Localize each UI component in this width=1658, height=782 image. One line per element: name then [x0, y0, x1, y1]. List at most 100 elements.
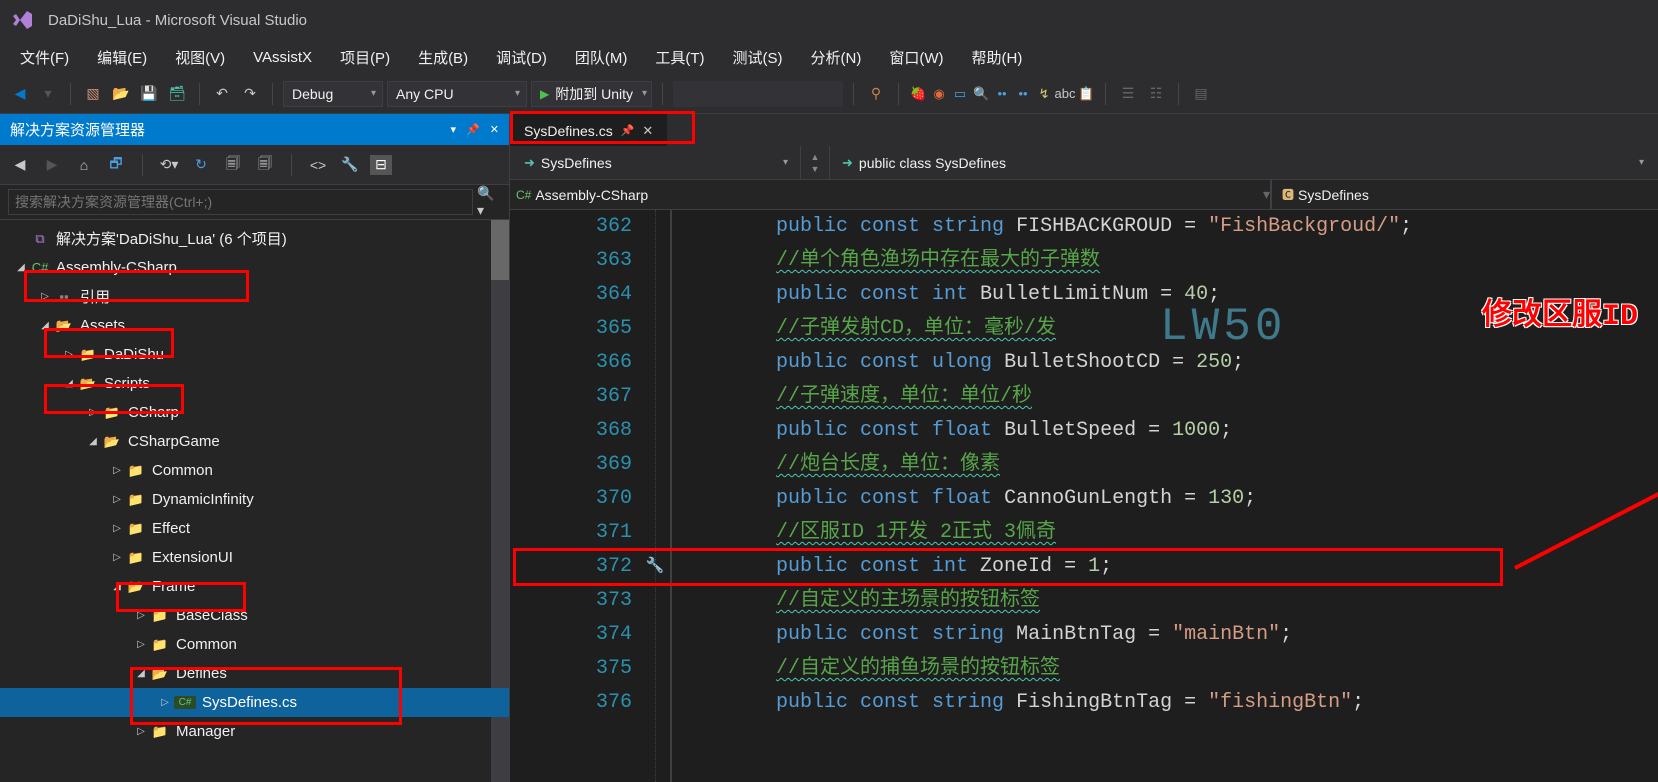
nav-back-icon[interactable]: ◀	[8, 82, 32, 106]
tree-item[interactable]: ▷📁CSharp	[0, 398, 509, 427]
expand-icon[interactable]: ▷	[132, 726, 150, 737]
va-icon-4[interactable]: 🔍	[972, 85, 990, 103]
code-line[interactable]: //自定义的捕鱼场景的按钮标签	[672, 652, 1658, 686]
tree-item[interactable]: ▷📁DynamicInfinity	[0, 485, 509, 514]
expand-icon[interactable]: ▷	[108, 552, 126, 563]
back-icon[interactable]: ◀	[8, 153, 32, 177]
expand-icon[interactable]: ◢	[36, 320, 54, 331]
code-line[interactable]: //单个角色渔场中存在最大的子弹数	[672, 244, 1658, 278]
menu-item[interactable]: 窗口(W)	[877, 41, 955, 74]
expand-icon[interactable]: ▷	[156, 697, 174, 708]
tree-item[interactable]: ◢C#Assembly-CSharp	[0, 253, 509, 282]
va-icon-7[interactable]: ↯	[1035, 85, 1053, 103]
menu-item[interactable]: 编辑(E)	[85, 41, 159, 74]
panel-close-icon[interactable]: ✕	[490, 123, 499, 136]
tree-item[interactable]: ◢📂Assets	[0, 311, 509, 340]
layout-icon-2[interactable]: ☷	[1144, 82, 1168, 106]
menu-item[interactable]: 视图(V)	[163, 41, 237, 74]
find-icon[interactable]: ⚲	[864, 82, 888, 106]
nav-up-icon[interactable]: ▲	[811, 152, 820, 162]
expand-icon[interactable]: ▷	[108, 523, 126, 534]
menu-item[interactable]: 工具(T)	[643, 41, 716, 74]
code-line[interactable]: public const float CannoGunLength = 130;	[672, 482, 1658, 516]
find-dropdown[interactable]	[673, 81, 843, 107]
va-icon-2[interactable]: ◉	[930, 85, 948, 103]
tree-item[interactable]: ◢📂CSharpGame	[0, 427, 509, 456]
sync-icon[interactable]: 🗗	[104, 153, 128, 177]
expand-icon[interactable]: ▷	[84, 407, 102, 418]
code-line[interactable]: //自定义的主场景的按钮标签	[672, 584, 1658, 618]
save-icon[interactable]: 💾	[137, 82, 161, 106]
expand-icon[interactable]: ▷	[36, 291, 54, 302]
expand-icon[interactable]: ▷	[108, 465, 126, 476]
expand-icon[interactable]: ◢	[108, 581, 126, 592]
expand-icon[interactable]: ◢	[132, 668, 150, 679]
code-line[interactable]: public const float BulletSpeed = 1000;	[672, 414, 1658, 448]
va-icon-5[interactable]: ••	[993, 85, 1011, 103]
va-icon-8[interactable]: abc	[1056, 85, 1074, 103]
undo-icon[interactable]: ↶	[210, 82, 234, 106]
code-editor[interactable]: 3623633643653663673683693703713723733743…	[510, 210, 1658, 782]
tree-item[interactable]: ▷📁Common	[0, 630, 509, 659]
code-line[interactable]: public const string FISHBACKGROUD = "Fis…	[672, 210, 1658, 244]
nav-down-icon[interactable]: ▼	[811, 164, 820, 174]
tree-item[interactable]: ▷📁ExtensionUI	[0, 543, 509, 572]
scope-dropdown[interactable]: ➜ SysDefines	[516, 149, 796, 177]
collapse-icon[interactable]: 🗐	[221, 153, 245, 177]
code-lines[interactable]: public const string FISHBACKGROUD = "Fis…	[672, 210, 1658, 782]
tree-item[interactable]: ▷📁DaDiShu	[0, 340, 509, 369]
refresh-icon[interactable]: ⟲▾	[157, 153, 181, 177]
refresh2-icon[interactable]: ↻	[189, 153, 213, 177]
tab-sysdefines[interactable]: SysDefines.cs 📌 ✕	[510, 114, 667, 146]
tree-item[interactable]: ▷📁BaseClass	[0, 601, 509, 630]
home-icon[interactable]: ⌂	[72, 153, 96, 177]
panel-pin-icon[interactable]: 📌	[466, 123, 480, 136]
tree-item[interactable]: ▷📁Effect	[0, 514, 509, 543]
menu-item[interactable]: 生成(B)	[406, 41, 480, 74]
menu-item[interactable]: 团队(M)	[563, 41, 640, 74]
tree-item[interactable]: ◢📂Defines	[0, 659, 509, 688]
menu-item[interactable]: 分析(N)	[799, 41, 874, 74]
pin-icon[interactable]: 📌	[621, 124, 635, 137]
menu-item[interactable]: VAssistX	[241, 43, 324, 72]
menu-item[interactable]: 文件(F)	[8, 41, 81, 74]
code-line[interactable]: public const ulong BulletShootCD = 250;	[672, 346, 1658, 380]
tree-item[interactable]: ◢📂Scripts	[0, 369, 509, 398]
va-icon-6[interactable]: ••	[1014, 85, 1032, 103]
expand-icon[interactable]: ▷	[132, 639, 150, 650]
solution-search-input[interactable]	[8, 189, 473, 215]
tree-item[interactable]: ▷▪▪引用	[0, 282, 509, 311]
va-icon-3[interactable]: ▭	[951, 85, 969, 103]
va-icon-1[interactable]: 🍓	[909, 85, 927, 103]
config-dropdown[interactable]: Debug	[283, 81, 383, 107]
redo-icon[interactable]: ↷	[238, 82, 262, 106]
code-icon[interactable]: <>	[306, 153, 330, 177]
start-debug-button[interactable]: ▶ 附加到 Unity	[531, 81, 652, 107]
code-line[interactable]: //区服ID 1开发 2正式 3佩奇	[672, 516, 1658, 550]
fwd-icon[interactable]: ▶	[40, 153, 64, 177]
tree-item[interactable]: ▷📁Common	[0, 456, 509, 485]
solution-tree[interactable]: ⧉解决方案'DaDiShu_Lua' (6 个项目)◢C#Assembly-CS…	[0, 220, 509, 782]
expand-icon[interactable]: ▷	[132, 610, 150, 621]
tree-item[interactable]: ▷C#SysDefines.cs	[0, 688, 509, 717]
properties-icon[interactable]: 🔧	[338, 153, 362, 177]
open-file-icon[interactable]: 📂	[109, 82, 133, 106]
expand-icon[interactable]: ◢	[60, 378, 78, 389]
nav-fwd-icon[interactable]: ▾	[36, 82, 60, 106]
new-project-icon[interactable]: ▧	[81, 82, 105, 106]
expand-icon[interactable]: ◢	[12, 262, 30, 273]
layout-icon-3[interactable]: ▤	[1189, 82, 1213, 106]
showall-icon[interactable]: 🗐	[253, 153, 277, 177]
layout-icon-1[interactable]: ☰	[1116, 82, 1140, 106]
search-icon[interactable]: 🔍▾	[477, 190, 501, 214]
platform-dropdown[interactable]: Any CPU	[387, 81, 527, 107]
menu-item[interactable]: 项目(P)	[328, 41, 402, 74]
tree-item[interactable]: ⧉解决方案'DaDiShu_Lua' (6 个项目)	[0, 224, 509, 253]
code-line[interactable]: //炮台长度，单位：像素	[672, 448, 1658, 482]
close-tab-icon[interactable]: ✕	[642, 123, 653, 139]
menu-item[interactable]: 测试(S)	[721, 41, 795, 74]
menu-item[interactable]: 调试(D)	[484, 41, 559, 74]
expand-icon[interactable]: ▷	[60, 349, 78, 360]
expand-icon[interactable]: ◢	[84, 436, 102, 447]
toggle-icon[interactable]: ⊟	[370, 155, 392, 175]
